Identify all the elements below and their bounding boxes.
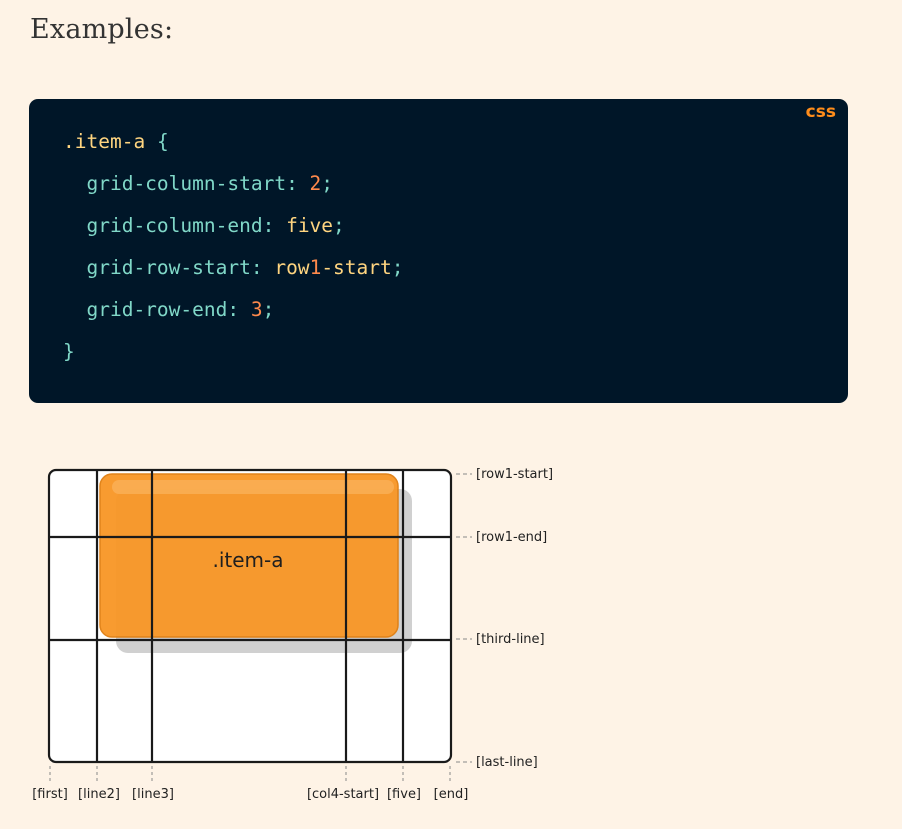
code-token: { xyxy=(156,130,169,153)
code-token: ; xyxy=(333,214,345,237)
col-label-line2: [line2] xyxy=(78,787,120,802)
code-token: -start xyxy=(321,256,392,279)
code-line: grid-row-end: 3; xyxy=(63,297,274,323)
code-token: } xyxy=(63,340,75,363)
row-label-last-line: [last-line] xyxy=(476,755,538,770)
code-token: 2 xyxy=(309,172,322,195)
code-language-label: css xyxy=(805,102,836,122)
row-label-row1-start: [row1-start] xyxy=(476,467,553,482)
code-token: : xyxy=(250,256,275,279)
code-token: : xyxy=(262,214,287,237)
grid-diagram: .item-a [row1-start] [row1-end] [third-l… xyxy=(32,467,553,802)
item-highlight xyxy=(112,480,394,494)
code-line: grid-column-start: 2; xyxy=(63,171,333,197)
row-label-third-line: [third-line] xyxy=(476,632,545,647)
code-token: 3 xyxy=(250,298,263,321)
code-token: ; xyxy=(321,172,334,195)
code-token: ; xyxy=(262,298,275,321)
code-line: .item-a { xyxy=(63,129,169,155)
code-line: } xyxy=(63,339,75,365)
code-token: : xyxy=(227,298,251,321)
code-token: grid-row-start xyxy=(63,256,251,279)
col-label-first: [first] xyxy=(32,787,68,802)
code-token: row xyxy=(274,256,310,279)
code-token: grid-column-end xyxy=(63,214,263,237)
column-leaders xyxy=(49,766,451,781)
item-label: .item-a xyxy=(212,548,283,572)
code-token: .item-a xyxy=(63,130,146,153)
row-leaders xyxy=(456,473,472,763)
col-label-col4-start: [col4-start] xyxy=(307,787,379,802)
code-token: five xyxy=(286,214,334,237)
code-token: grid-row-end xyxy=(63,298,228,321)
code-token: 1 xyxy=(309,256,322,279)
code-line: grid-column-end: five; xyxy=(63,213,345,239)
code-token: : xyxy=(286,172,310,195)
col-label-five: [five] xyxy=(387,787,421,802)
code-token: ; xyxy=(391,256,404,279)
row-label-row1-end: [row1-end] xyxy=(476,530,547,545)
code-token: grid-column-start xyxy=(63,172,287,195)
col-label-end: [end] xyxy=(434,787,469,802)
section-heading: Examples: xyxy=(30,14,174,45)
code-line: grid-row-start: row1-start; xyxy=(63,255,404,281)
col-label-line3: [line3] xyxy=(132,787,174,802)
